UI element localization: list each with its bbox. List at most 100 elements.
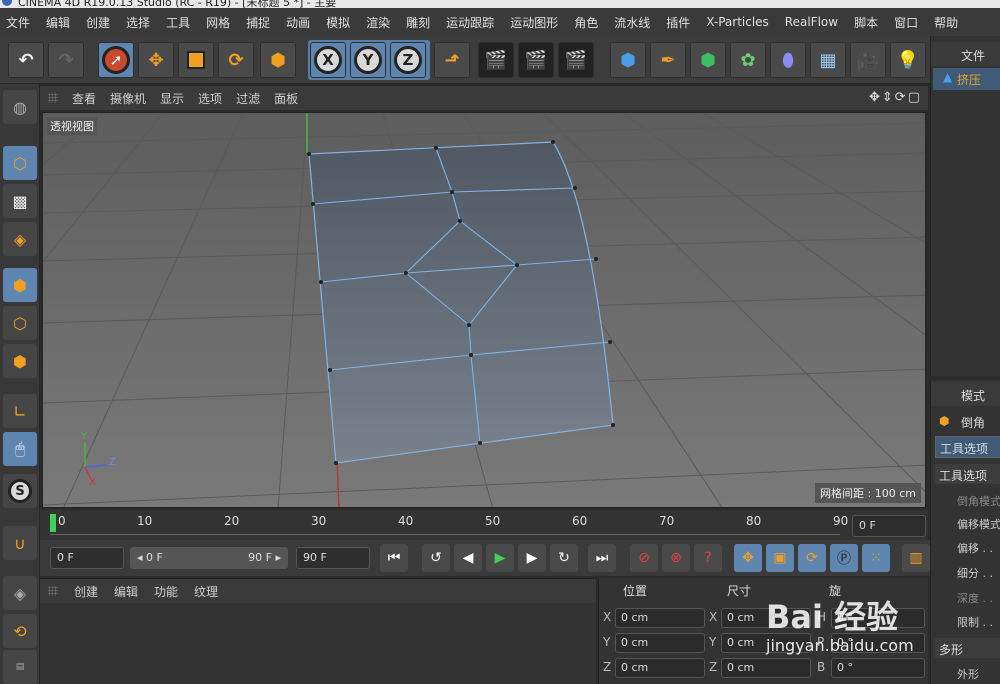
goto-end-button[interactable]: ⏭ <box>588 544 616 572</box>
move-button[interactable]: ✥ <box>138 42 174 78</box>
key-scale-button[interactable]: ▣ <box>766 544 794 572</box>
redo-button[interactable]: ↷ <box>48 42 84 78</box>
tool-options-tab[interactable]: 工具选项 <box>935 436 1000 458</box>
material-menu-texture[interactable]: 纹理 <box>194 583 218 600</box>
menu-x-particles[interactable]: X-Particles <box>706 15 769 29</box>
goto-start-button[interactable]: ⏮ <box>380 544 408 572</box>
prev-frame-button[interactable]: ◀ <box>454 544 482 572</box>
shape-section[interactable]: 多形 <box>935 638 1000 658</box>
x-axis-button[interactable]: X <box>310 42 346 78</box>
next-key-button[interactable]: ↻ <box>550 544 578 572</box>
coordinate-system-button[interactable]: ⬢ <box>260 42 296 78</box>
autokey-button[interactable]: ⊗ <box>662 544 690 572</box>
start-frame-field[interactable]: 0 F <box>50 547 124 569</box>
tool-options-section[interactable]: 工具选项 <box>935 464 1000 484</box>
model-mode-button[interactable]: ⬡ <box>3 146 37 180</box>
timeline-window-button[interactable]: ▥ <box>902 544 930 572</box>
workplane-rotate-button[interactable]: ⟲ <box>3 614 37 648</box>
render-view-button[interactable]: 🎬 <box>478 42 514 78</box>
material-menu-edit[interactable]: 编辑 <box>114 583 138 600</box>
object-row-extrude[interactable]: 挤压 ▲ <box>933 68 1000 90</box>
z-axis-button[interactable]: Z <box>390 42 426 78</box>
render-settings-button[interactable]: 🎬 <box>558 42 594 78</box>
spline-pen-button[interactable]: ✒ <box>650 42 686 78</box>
viewport-menu-filter[interactable]: 过滤 <box>236 90 260 107</box>
prev-key-button[interactable]: ↺ <box>422 544 450 572</box>
maximize-view-icon[interactable]: ▢ <box>908 90 922 105</box>
world-coordinate-button[interactable]: ⬏ <box>434 42 470 78</box>
enable-axis-button[interactable]: ∟ <box>3 394 37 428</box>
viewport-menu-panel[interactable]: 面板 <box>274 90 298 107</box>
viewport-menu-view[interactable]: 查看 <box>72 90 96 107</box>
material-menu-create[interactable]: 创建 <box>74 583 98 600</box>
keyframe-selection-button[interactable]: ? <box>694 544 722 572</box>
current-frame-field[interactable]: 0 F <box>852 515 926 537</box>
render-picture-viewer-button[interactable]: 🎬 <box>518 42 554 78</box>
key-point-level-button[interactable]: ⁙ <box>862 544 890 572</box>
mograph-cloner-button[interactable]: ✿ <box>730 42 766 78</box>
menu-sculpt[interactable]: 雕刻 <box>406 14 430 31</box>
key-rotation-button[interactable]: ⟳ <box>798 544 826 572</box>
polygons-mode-button[interactable]: ⬢ <box>3 344 37 378</box>
live-select-button[interactable]: ➚ <box>98 42 134 78</box>
end-frame-field[interactable]: 90 F <box>296 547 370 569</box>
size-x-field[interactable]: 0 cm <box>721 608 811 628</box>
frame-range-slider[interactable]: ◂ 0 F 90 F ▸ <box>130 547 288 569</box>
menu-motion-tracking[interactable]: 运动跟踪 <box>446 14 494 31</box>
orbit-icon[interactable]: ⟳ <box>895 90 908 105</box>
menu-file[interactable]: 文件 <box>6 14 30 31</box>
rot-p-field[interactable]: 0 ° <box>831 633 925 653</box>
perspective-viewport[interactable]: Y Z X 透视视图 网格间距 : 100 cm <box>42 112 926 508</box>
object-manager-tab[interactable]: 文件 <box>931 42 1000 66</box>
menu-tools[interactable]: 工具 <box>166 14 190 31</box>
key-position-button[interactable]: ✥ <box>734 544 762 572</box>
size-z-field[interactable]: 0 cm <box>721 658 811 678</box>
y-axis-button[interactable]: Y <box>350 42 386 78</box>
viewport-menu-cameras[interactable]: 摄像机 <box>110 90 146 107</box>
next-frame-button[interactable]: ▶ <box>518 544 546 572</box>
pos-z-field[interactable]: 0 cm <box>615 658 705 678</box>
menu-script[interactable]: 脚本 <box>854 14 878 31</box>
subdivision-surface-button[interactable]: ⬢ <box>690 42 726 78</box>
workplane-lock-button[interactable]: ◈ <box>3 576 37 610</box>
menu-select[interactable]: 选择 <box>126 14 150 31</box>
play-button[interactable]: ▶ <box>486 544 514 572</box>
deformer-button[interactable]: ⬮ <box>770 42 806 78</box>
texture-mode-button[interactable]: ▩ <box>3 184 37 218</box>
menu-simulate[interactable]: 模拟 <box>326 14 350 31</box>
scale-button[interactable] <box>178 42 214 78</box>
snap-button[interactable]: ∪ <box>3 526 37 560</box>
light-button[interactable]: 💡 <box>890 42 926 78</box>
menu-render[interactable]: 渲染 <box>366 14 390 31</box>
menu-pipeline[interactable]: 流水线 <box>614 14 650 31</box>
points-mode-button[interactable]: ⬢ <box>3 268 37 302</box>
timeline-ruler[interactable]: 0 10 20 30 40 50 60 70 80 90 <box>40 510 928 540</box>
workplane-mode-button[interactable]: ◈ <box>3 222 37 256</box>
undo-button[interactable]: ↶ <box>8 42 44 78</box>
material-menu-function[interactable]: 功能 <box>154 583 178 600</box>
solo-button[interactable]: S <box>3 474 37 508</box>
dolly-icon[interactable]: ⇕ <box>882 90 895 105</box>
edges-mode-button[interactable]: ⬡ <box>3 306 37 340</box>
cube-primitive-button[interactable]: ⬢ <box>610 42 646 78</box>
rot-b-field[interactable]: 0 ° <box>831 658 925 678</box>
extruded-mesh[interactable] <box>307 140 615 465</box>
pos-x-field[interactable]: 0 cm <box>615 608 705 628</box>
menu-character[interactable]: 角色 <box>574 14 598 31</box>
playhead-marker[interactable] <box>50 514 56 532</box>
camera-button[interactable]: 🎥 <box>850 42 886 78</box>
viewport-menu-options[interactable]: 选项 <box>198 90 222 107</box>
menu-animate[interactable]: 动画 <box>286 14 310 31</box>
menu-window[interactable]: 窗口 <box>894 14 918 31</box>
menu-plugins[interactable]: 插件 <box>666 14 690 31</box>
menu-mograph[interactable]: 运动图形 <box>510 14 558 31</box>
size-y-field[interactable]: 0 cm <box>721 633 811 653</box>
pos-y-field[interactable]: 0 cm <box>615 633 705 653</box>
menu-help[interactable]: 帮助 <box>934 14 958 31</box>
rotate-button[interactable]: ⟳ <box>218 42 254 78</box>
viewport-menu-display[interactable]: 显示 <box>160 90 184 107</box>
tweak-mode-button[interactable]: 🖱 <box>3 432 37 466</box>
attribute-mode-tab[interactable]: 模式 <box>931 382 1000 406</box>
record-button[interactable]: ⊘ <box>630 544 658 572</box>
pan-icon[interactable]: ✥ <box>869 90 882 105</box>
